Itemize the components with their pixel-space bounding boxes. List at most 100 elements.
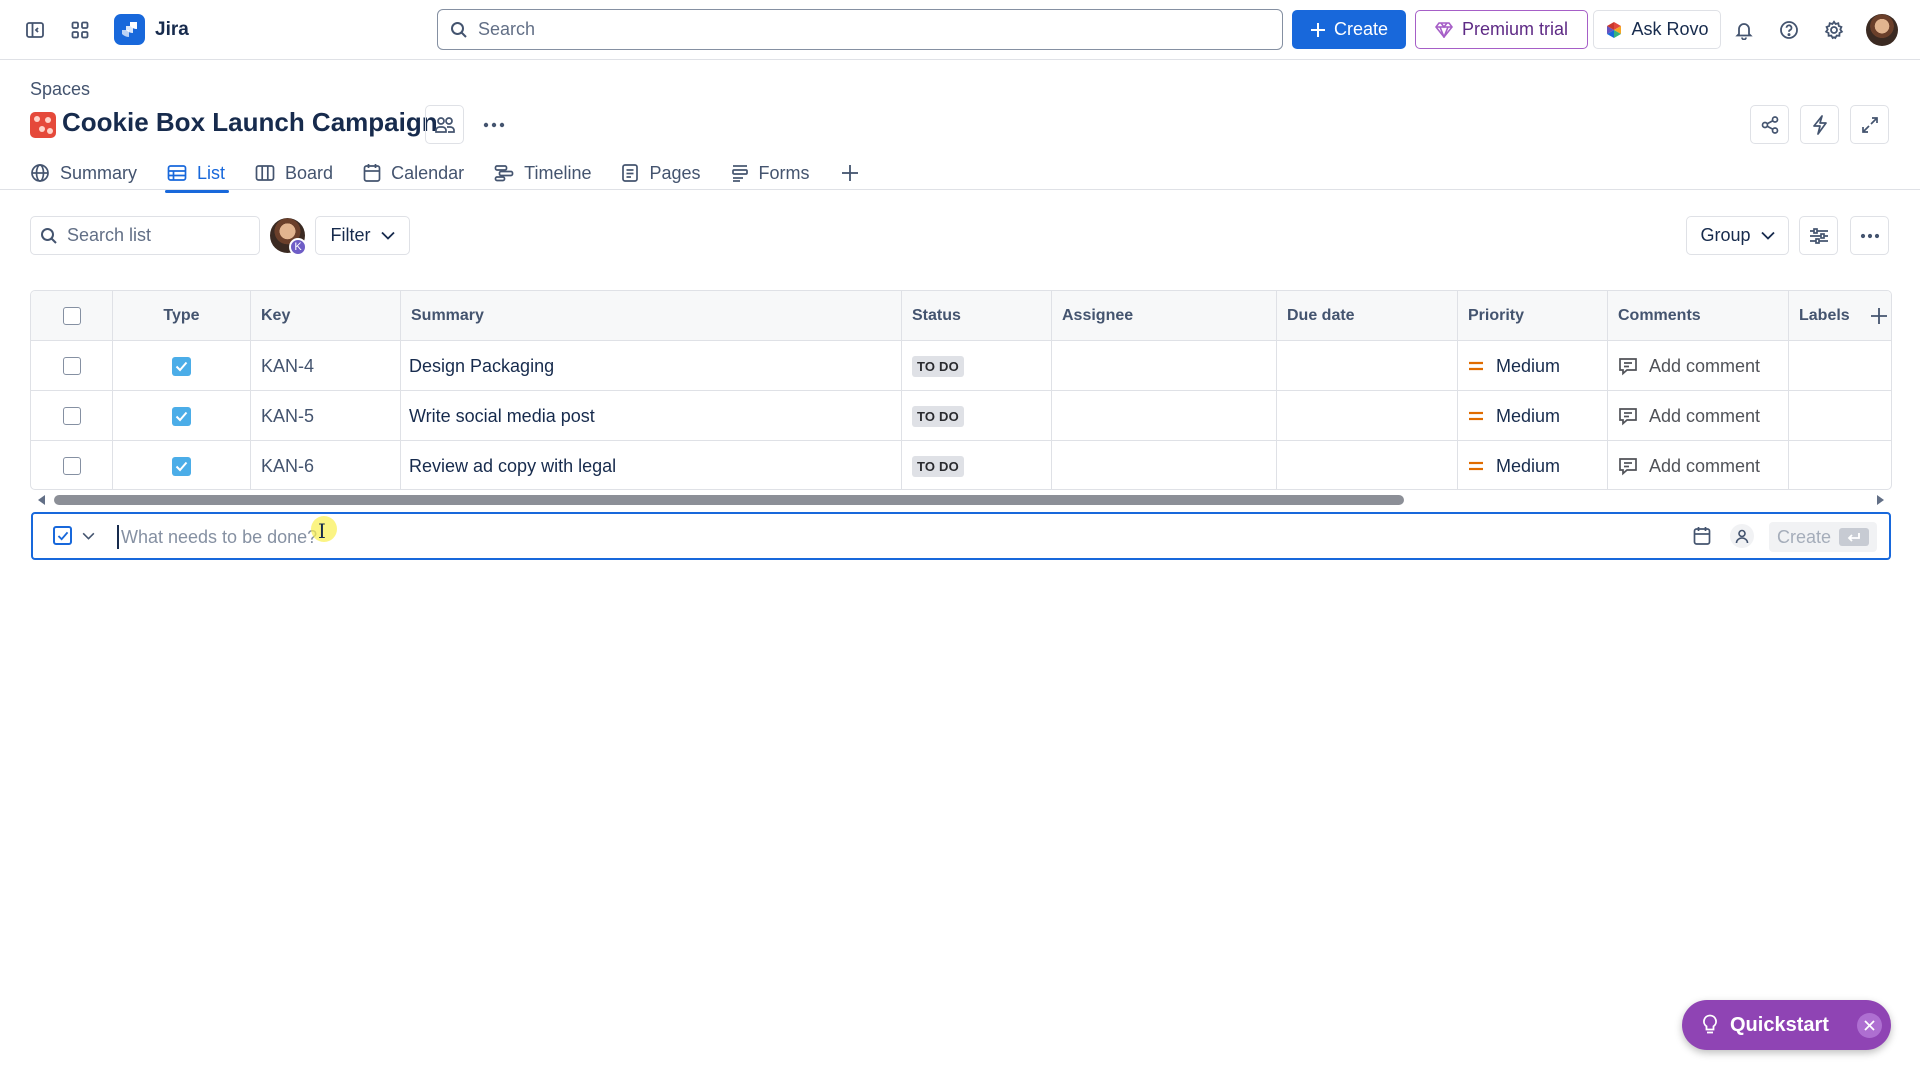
tab-pages[interactable]: Pages	[621, 155, 714, 191]
view-settings-button[interactable]	[1799, 216, 1838, 255]
horizontal-scrollbar[interactable]	[30, 490, 1892, 510]
more-actions-button[interactable]	[474, 105, 513, 144]
row-checkbox[interactable]	[62, 407, 81, 425]
quickstart-button[interactable]: Quickstart	[1682, 1000, 1891, 1050]
tab-forms[interactable]: Forms	[731, 155, 824, 191]
column-header-status[interactable]: Status	[902, 291, 1052, 341]
filter-label: Filter	[330, 225, 371, 245]
tab-timeline[interactable]: Timeline	[494, 155, 605, 191]
add-comment-link[interactable]: Add comment	[1618, 456, 1760, 477]
filter-button[interactable]: Filter	[315, 216, 410, 255]
issue-summary[interactable]: Design Packaging	[401, 341, 902, 391]
inline-create-row[interactable]: What needs to be done? Create	[31, 512, 1891, 560]
labels-cell[interactable]	[1789, 391, 1891, 441]
team-members-button[interactable]	[425, 105, 464, 144]
table-row[interactable]: KAN-4 Design Packaging TO DO Medium Add …	[31, 341, 1891, 391]
tab-list[interactable]: List	[165, 155, 239, 193]
column-header-priority[interactable]: Priority	[1458, 291, 1608, 341]
due-date-cell[interactable]	[1277, 341, 1458, 391]
task-type-icon	[53, 526, 72, 545]
priority-medium-icon	[1468, 361, 1484, 371]
close-icon[interactable]	[1857, 1013, 1882, 1038]
app-switcher-icon[interactable]	[64, 14, 96, 46]
issue-key[interactable]: KAN-6	[251, 441, 401, 489]
chevron-down-icon	[82, 532, 95, 540]
status-badge: TO DO	[912, 455, 964, 477]
global-search-input[interactable]: Search	[437, 9, 1283, 50]
due-date-cell[interactable]	[1277, 441, 1458, 489]
create-button[interactable]: Create	[1292, 10, 1406, 49]
fullscreen-button[interactable]	[1850, 105, 1889, 144]
comments-cell[interactable]: Add comment	[1608, 391, 1789, 441]
jira-logo-icon	[114, 14, 145, 45]
inline-create-button[interactable]: Create	[1769, 522, 1877, 552]
comments-cell[interactable]: Add comment	[1608, 441, 1789, 489]
help-icon[interactable]	[1773, 14, 1805, 46]
add-comment-link[interactable]: Add comment	[1618, 406, 1760, 427]
row-select-cell	[31, 391, 113, 441]
assignee-cell[interactable]	[1052, 441, 1277, 489]
comments-cell[interactable]: Add comment	[1608, 341, 1789, 391]
row-select-cell	[31, 341, 113, 391]
priority-cell[interactable]: Medium	[1458, 391, 1608, 441]
add-comment-label: Add comment	[1649, 455, 1761, 476]
task-type-icon	[172, 456, 191, 476]
status-cell[interactable]: TO DO	[902, 391, 1052, 441]
priority-cell[interactable]: Medium	[1458, 341, 1608, 391]
scroll-right-icon[interactable]	[1876, 495, 1884, 505]
priority-medium-icon	[1468, 461, 1484, 471]
scroll-left-icon[interactable]	[38, 495, 46, 505]
column-header-type[interactable]: Type	[113, 291, 251, 341]
issue-key[interactable]: KAN-4	[251, 341, 401, 391]
breadcrumb[interactable]: Spaces	[30, 79, 90, 100]
more-horizontal-icon	[483, 122, 505, 128]
row-checkbox[interactable]	[62, 357, 81, 375]
status-cell[interactable]: TO DO	[902, 341, 1052, 391]
due-date-cell[interactable]	[1277, 391, 1458, 441]
list-more-button[interactable]	[1850, 216, 1889, 255]
priority-cell[interactable]: Medium	[1458, 441, 1608, 489]
issue-summary[interactable]: Write social media post	[401, 391, 902, 441]
column-header-key[interactable]: Key	[251, 291, 401, 341]
assignee-picker-icon[interactable]	[1730, 524, 1754, 548]
jira-logo[interactable]: Jira	[114, 14, 189, 45]
column-header-summary[interactable]: Summary	[401, 291, 902, 341]
expand-icon	[1861, 116, 1879, 134]
assignee-cell[interactable]	[1052, 341, 1277, 391]
user-avatar[interactable]	[1866, 14, 1898, 46]
add-view-button[interactable]	[840, 155, 874, 191]
select-all-checkbox[interactable]	[62, 307, 81, 325]
settings-gear-icon[interactable]	[1818, 14, 1850, 46]
issue-type-selector[interactable]	[53, 526, 95, 545]
scrollbar-thumb[interactable]	[54, 495, 1404, 505]
add-column-icon[interactable]	[1869, 306, 1889, 326]
sidebar-toggle-icon[interactable]	[19, 14, 51, 46]
ask-rovo-button[interactable]: Ask Rovo	[1593, 10, 1721, 49]
column-header-due-date[interactable]: Due date	[1277, 291, 1458, 341]
premium-trial-button[interactable]: Premium trial	[1415, 10, 1588, 49]
tab-summary[interactable]: Summary	[30, 155, 151, 191]
notifications-bell-icon[interactable]	[1728, 14, 1760, 46]
issue-key[interactable]: KAN-5	[251, 391, 401, 441]
status-cell[interactable]: TO DO	[902, 441, 1052, 489]
due-date-picker-icon[interactable]	[1692, 526, 1712, 546]
add-comment-link[interactable]: Add comment	[1618, 356, 1760, 377]
column-header-comments[interactable]: Comments	[1608, 291, 1789, 341]
labels-cell[interactable]	[1789, 341, 1891, 391]
tab-board[interactable]: Board	[255, 155, 347, 191]
row-checkbox[interactable]	[62, 457, 81, 475]
column-header-assignee[interactable]: Assignee	[1052, 291, 1277, 341]
automation-button[interactable]	[1800, 105, 1839, 144]
labels-cell[interactable]	[1789, 441, 1891, 489]
tab-label: Pages	[649, 162, 701, 183]
add-comment-label: Add comment	[1649, 355, 1761, 376]
new-issue-summary-input[interactable]: What needs to be done?	[117, 525, 317, 549]
tab-calendar[interactable]: Calendar	[363, 155, 478, 191]
table-row[interactable]: KAN-5 Write social media post TO DO Medi…	[31, 391, 1891, 441]
search-list-input[interactable]: Search list	[30, 216, 260, 255]
table-row[interactable]: KAN-6 Review ad copy with legal TO DO Me…	[31, 441, 1891, 489]
group-button[interactable]: Group	[1686, 216, 1789, 255]
assignee-cell[interactable]	[1052, 391, 1277, 441]
share-button[interactable]	[1750, 105, 1789, 144]
issue-summary[interactable]: Review ad copy with legal	[401, 441, 902, 489]
